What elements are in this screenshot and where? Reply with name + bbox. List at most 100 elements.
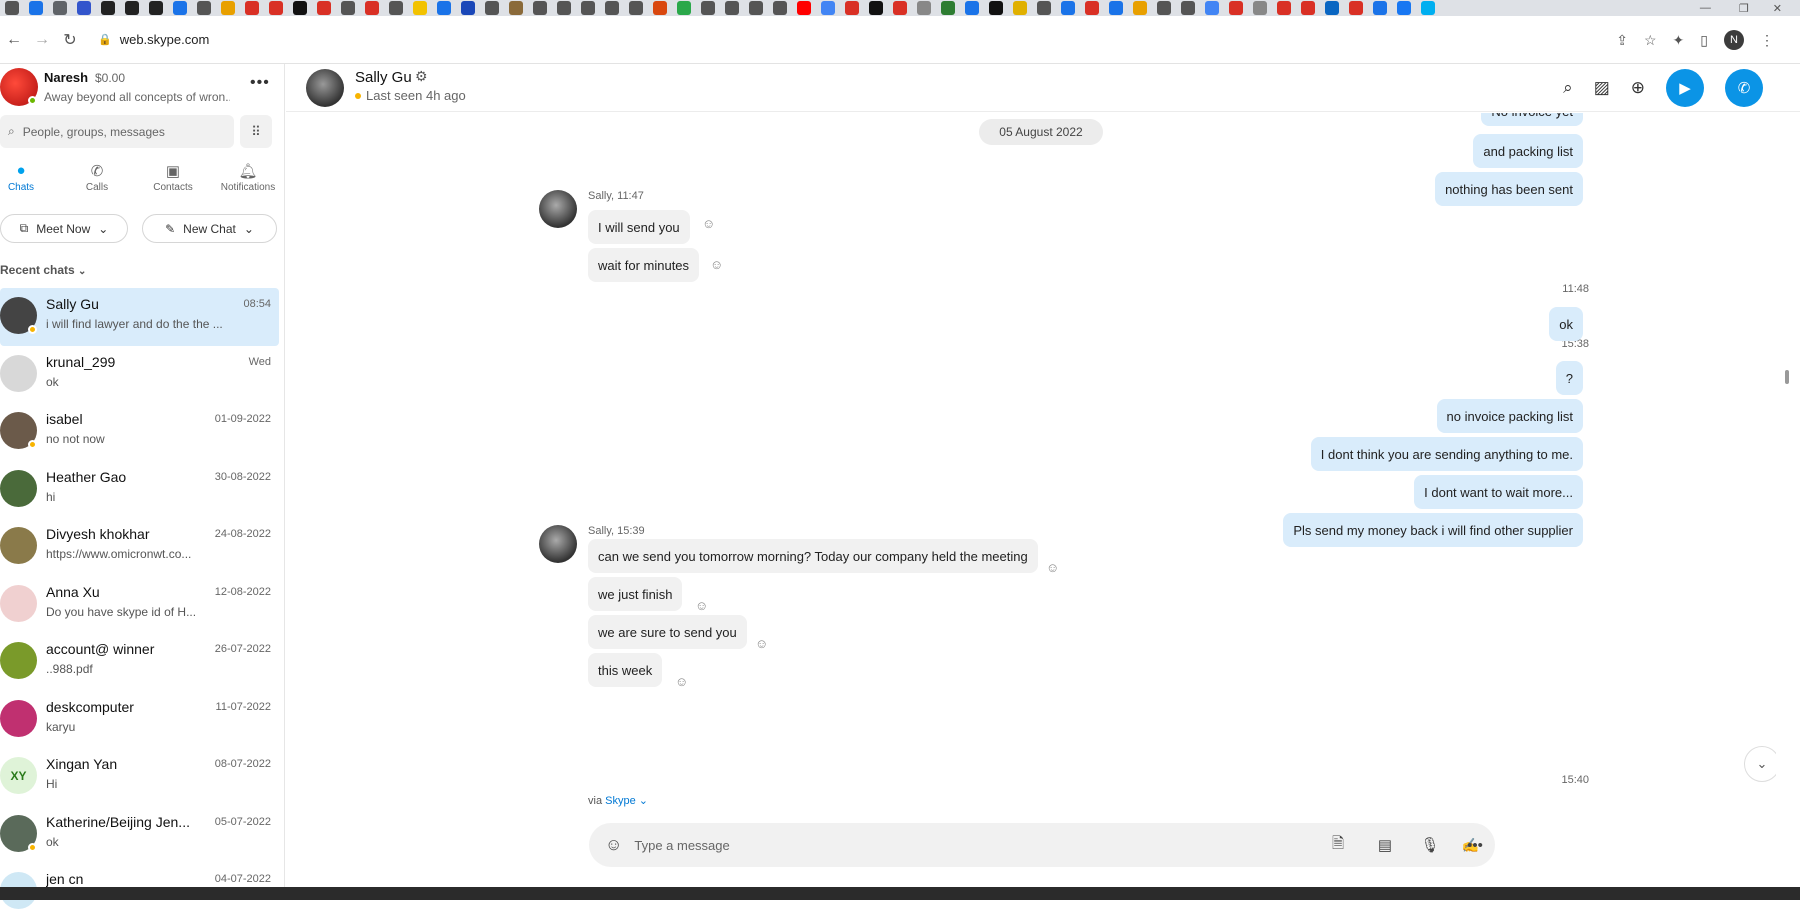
browser-profile-avatar[interactable]: N	[1724, 30, 1744, 50]
avatar[interactable]	[539, 190, 577, 228]
tab-favicon-icon[interactable]	[245, 1, 259, 15]
sent-message-bubble[interactable]: nothing has been sent	[1435, 172, 1583, 206]
tab-favicon-icon[interactable]	[869, 1, 883, 15]
tab-favicon-icon[interactable]	[485, 1, 499, 15]
tab-favicon-icon[interactable]	[53, 1, 67, 15]
tab-favicon-icon[interactable]	[1277, 1, 1291, 15]
chat-list-item[interactable]: Divyesh khokhar 24-08-2022 https://www.omi…	[0, 518, 279, 576]
avatar[interactable]	[0, 584, 37, 622]
chat-list-item[interactable]: krunal_299 Wed ok	[0, 346, 279, 404]
tab-favicon-icon[interactable]	[1085, 1, 1099, 15]
tab-favicon-icon[interactable]	[341, 1, 355, 15]
audio-call-button[interactable]: ✆	[1725, 69, 1763, 107]
tab-favicon-icon[interactable]	[1397, 1, 1411, 15]
tab-favicon-icon[interactable]	[821, 1, 835, 15]
recent-chats-header[interactable]: Recent chats ⌄	[0, 263, 86, 277]
tab-favicon-icon[interactable]	[1253, 1, 1267, 15]
avatar[interactable]	[0, 699, 37, 737]
received-message-bubble[interactable]: we just finish	[588, 577, 683, 611]
tab-favicon-icon[interactable]	[605, 1, 619, 15]
close-window-icon[interactable]: ✕	[1773, 2, 1782, 15]
tab-favicon-icon[interactable]	[701, 1, 715, 15]
add-reaction-icon[interactable]: ☺	[1046, 560, 1059, 575]
tab-favicon-icon[interactable]	[413, 1, 427, 15]
scroll-to-bottom-button[interactable]: ⌄	[1744, 746, 1776, 782]
sent-message-bubble[interactable]: I dont think you are sending anything to…	[1310, 437, 1583, 471]
back-icon[interactable]: ←	[0, 31, 28, 49]
tab-favicon-icon[interactable]	[5, 1, 19, 15]
avatar[interactable]: XY	[0, 757, 37, 794]
sent-message-bubble[interactable]: ?	[1555, 361, 1583, 395]
tab-favicon-icon[interactable]	[461, 1, 475, 15]
search-input[interactable]: ⌕ People, groups, messages	[0, 115, 234, 148]
more-options-button[interactable]: •••	[1457, 823, 1493, 867]
tab-notifications[interactable]: 🔔︎ Notifications	[218, 162, 278, 193]
tab-favicon-icon[interactable]	[557, 1, 571, 15]
tab-favicon-icon[interactable]	[1229, 1, 1243, 15]
tab-contacts[interactable]: ▣ Contacts	[143, 162, 203, 193]
sent-message-bubble[interactable]: I dont want to wait more...	[1414, 475, 1583, 509]
tab-favicon-icon[interactable]	[749, 1, 763, 15]
chat-list-item[interactable]: Heather Gao 30-08-2022 hi	[0, 461, 279, 519]
reload-icon[interactable]: ↻	[56, 30, 84, 50]
dialpad-button[interactable]: ⠿	[240, 115, 272, 148]
tab-favicon-icon[interactable]	[893, 1, 907, 15]
sent-message-bubble[interactable]: No invoice yet	[1481, 113, 1583, 126]
tab-favicon-icon[interactable]	[941, 1, 955, 15]
gear-icon[interactable]: ⚙	[415, 68, 428, 85]
forward-icon[interactable]: →	[28, 31, 56, 49]
received-message-bubble[interactable]: this week	[588, 653, 663, 687]
tab-favicon-icon[interactable]	[149, 1, 163, 15]
tab-favicon-icon[interactable]	[101, 1, 115, 15]
add-reaction-icon[interactable]: ☺	[695, 598, 708, 613]
chat-list-item[interactable]: account@ winner 26-07-2022 ..988.pdf	[0, 633, 279, 691]
chat-list-item[interactable]: Sally Gu 08:54 i will find lawyer and do t…	[0, 288, 279, 346]
profile-header[interactable]: Naresh $0.00 Away beyond all concepts of…	[0, 66, 285, 110]
tab-favicon-icon[interactable]	[317, 1, 331, 15]
more-options-icon[interactable]: •••	[250, 74, 270, 92]
scrollbar-thumb[interactable]	[1785, 370, 1789, 384]
tab-favicon-icon[interactable]	[1421, 1, 1435, 15]
add-reaction-icon[interactable]: ☺	[710, 257, 723, 272]
tab-favicon-icon[interactable]	[773, 1, 787, 15]
search-icon[interactable]: ⌕	[1563, 78, 1573, 98]
tab-favicon-icon[interactable]	[1205, 1, 1219, 15]
add-reaction-icon[interactable]: ☺	[675, 674, 688, 689]
add-reaction-icon[interactable]: ☺	[755, 636, 768, 651]
avatar[interactable]	[0, 642, 37, 679]
chat-list-item[interactable]: deskcomputer 11-07-2022 karyu	[0, 691, 279, 749]
tab-favicon-icon[interactable]	[845, 1, 859, 15]
tab-favicon-icon[interactable]	[965, 1, 979, 15]
tab-favicon-icon[interactable]	[365, 1, 379, 15]
add-people-icon[interactable]: ⊕	[1631, 78, 1645, 98]
tab-favicon-icon[interactable]	[1301, 1, 1315, 15]
url-field[interactable]: 🔒 web.skype.com	[98, 32, 209, 47]
sent-message-bubble[interactable]: Pls send my money back i will find other…	[1283, 513, 1583, 547]
share-file-button[interactable]: 🗎	[1320, 823, 1356, 867]
bookmark-star-icon[interactable]: ☆	[1644, 32, 1657, 49]
skype-credit[interactable]: $0.00	[95, 71, 125, 85]
tab-favicon-icon[interactable]	[221, 1, 235, 15]
tab-favicon-icon[interactable]	[1133, 1, 1147, 15]
side-panel-icon[interactable]: ▯	[1700, 32, 1708, 49]
tab-calls[interactable]: ✆ Calls	[67, 162, 127, 193]
tab-favicon-icon[interactable]	[1349, 1, 1363, 15]
emoji-icon[interactable]: ☺	[605, 835, 622, 855]
tab-favicon-icon[interactable]	[1157, 1, 1171, 15]
tab-favicon-icon[interactable]	[1109, 1, 1123, 15]
tab-favicon-icon[interactable]	[77, 1, 91, 15]
tab-favicon-icon[interactable]	[1013, 1, 1027, 15]
chat-list-item[interactable]: isabel 01-09-2022 no not now	[0, 403, 279, 461]
mood-message[interactable]: Away beyond all concepts of wron...	[44, 90, 230, 104]
minimize-icon[interactable]: —	[1700, 2, 1711, 14]
tab-favicon-icon[interactable]	[629, 1, 643, 15]
avatar[interactable]	[0, 527, 37, 564]
tab-favicon-icon[interactable]	[653, 1, 667, 15]
tab-favicon-icon[interactable]	[1373, 1, 1387, 15]
received-message-bubble[interactable]: I will send you	[588, 210, 690, 244]
tab-favicon-icon[interactable]	[1037, 1, 1051, 15]
chat-list-item[interactable]: Anna Xu 12-08-2022 Do you have skype id of…	[0, 576, 279, 634]
tab-favicon-icon[interactable]	[917, 1, 931, 15]
tab-favicon-icon[interactable]	[29, 1, 43, 15]
chat-list-item[interactable]: XY Xingan Yan 08-07-2022 Hi	[0, 748, 279, 806]
